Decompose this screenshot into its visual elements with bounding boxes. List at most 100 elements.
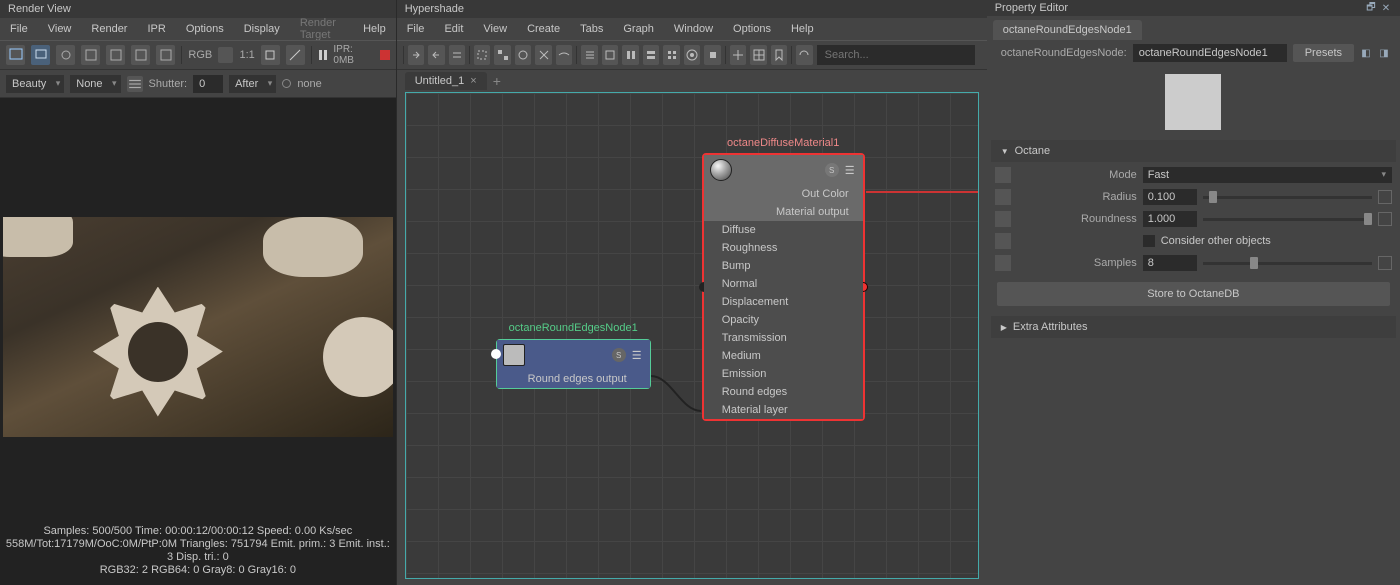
menu-display[interactable]: Display: [234, 21, 290, 37]
rearrange-icon[interactable]: [494, 45, 511, 65]
tab-untitled[interactable]: Untitled_1 ×: [405, 72, 487, 90]
hs-menu-edit[interactable]: Edit: [434, 21, 473, 37]
attr-consider-icon[interactable]: [995, 233, 1011, 249]
solo-badge-icon[interactable]: S: [612, 348, 626, 362]
solo-icon[interactable]: [684, 45, 701, 65]
node-tab-row: octaneRoundEdgesNode1: [987, 16, 1400, 40]
hs-menu-graph[interactable]: Graph: [613, 21, 664, 37]
bookmark-icon[interactable]: [771, 45, 788, 65]
list-badge-icon[interactable]: ☰: [630, 348, 644, 362]
wipe-icon[interactable]: [286, 45, 305, 65]
radius-input[interactable]: [1143, 189, 1197, 205]
view4-icon[interactable]: [643, 45, 660, 65]
zoom-icon[interactable]: [261, 45, 280, 65]
render-icon[interactable]: [6, 45, 25, 65]
view2-icon[interactable]: [602, 45, 619, 65]
hs-menu-view[interactable]: View: [473, 21, 517, 37]
stop-icon[interactable]: [380, 50, 390, 60]
snapshot-icon[interactable]: [31, 45, 50, 65]
samples-slider[interactable]: [1203, 262, 1372, 265]
hide-icon[interactable]: [556, 45, 573, 65]
attr-round-edges: Round edges: [704, 383, 863, 401]
mode-dropdown[interactable]: Fast: [1143, 167, 1392, 183]
presets-button[interactable]: Presets: [1293, 44, 1354, 62]
menu-view[interactable]: View: [38, 21, 82, 37]
solo-badge-icon[interactable]: S: [825, 163, 839, 177]
close-icon[interactable]: ✕: [1380, 2, 1392, 14]
node-name-tab[interactable]: octaneRoundEdgesNode1: [993, 20, 1142, 40]
node-diffuse-material[interactable]: octaneDiffuseMaterial1 S ☰ Out Color Mat…: [702, 153, 865, 421]
sync-icon[interactable]: [796, 45, 813, 65]
hs-menu-create[interactable]: Create: [517, 21, 570, 37]
section-octane[interactable]: Octane: [991, 140, 1396, 162]
graph-out-icon[interactable]: [428, 45, 445, 65]
stats-line-2: 558M/Tot:17179M/OoC:0M/PtP:0M Triangles:…: [4, 538, 392, 564]
collapse-arrow-icon: [1001, 145, 1009, 157]
snap-icon[interactable]: [730, 45, 747, 65]
remove-icon[interactable]: [535, 45, 552, 65]
pause-icon[interactable]: [318, 49, 328, 61]
consider-checkbox[interactable]: [1143, 235, 1155, 247]
render-output-image: [3, 217, 393, 437]
selected-icon[interactable]: [704, 45, 721, 65]
after-dropdown[interactable]: After: [229, 75, 276, 93]
list-badge-icon[interactable]: ☰: [843, 163, 857, 177]
hs-menu-file[interactable]: File: [397, 21, 435, 37]
samples-input[interactable]: [1143, 255, 1197, 271]
options-icon[interactable]: [127, 76, 143, 92]
tab-add-button[interactable]: +: [493, 73, 501, 89]
menu-file[interactable]: File: [0, 21, 38, 37]
node-graph[interactable]: octaneRoundEdgesNode1 S ☰ Round edges ou…: [405, 92, 979, 579]
radius-slider[interactable]: [1203, 196, 1372, 199]
menu-options[interactable]: Options: [176, 21, 234, 37]
node-round-edges[interactable]: octaneRoundEdgesNode1 S ☰ Round edges ou…: [496, 339, 651, 389]
pass-dropdown[interactable]: Beauty: [6, 75, 64, 93]
grid-icon[interactable]: [750, 45, 767, 65]
graph-in-icon[interactable]: [408, 45, 425, 65]
roundness-map-icon[interactable]: [1378, 212, 1392, 226]
clear-icon[interactable]: [474, 45, 491, 65]
attr-roundness-icon[interactable]: [995, 211, 1011, 227]
section-extra-attrs[interactable]: Extra Attributes: [991, 316, 1396, 338]
ipr-icon-2[interactable]: [106, 45, 125, 65]
attr-mode-icon[interactable]: [995, 167, 1011, 183]
channel-icon[interactable]: [218, 47, 233, 63]
ipr-icon-3[interactable]: [131, 45, 150, 65]
hs-menu-help[interactable]: Help: [781, 21, 824, 37]
samples-map-icon[interactable]: [1378, 256, 1392, 270]
restore-icon[interactable]: 🗗: [1365, 2, 1377, 14]
attr-samples-row: Samples: [987, 252, 1400, 274]
menu-render[interactable]: Render: [81, 21, 137, 37]
graph-io-icon[interactable]: [449, 45, 466, 65]
camera-icon[interactable]: [56, 45, 75, 65]
hs-menu-window[interactable]: Window: [664, 21, 723, 37]
menu-render-target[interactable]: Render Target: [290, 15, 353, 43]
attr-opacity: Opacity: [704, 311, 863, 329]
tab-close-icon[interactable]: ×: [470, 75, 476, 87]
attr-samples-icon[interactable]: [995, 255, 1011, 271]
layer-dropdown[interactable]: None: [70, 75, 120, 93]
hs-menu-options[interactable]: Options: [723, 21, 781, 37]
stats-line-1: Samples: 500/500 Time: 00:00:12/00:00:12…: [4, 525, 392, 538]
hs-menu-tabs[interactable]: Tabs: [570, 21, 613, 37]
show-btn-icon[interactable]: ◧: [1360, 47, 1372, 59]
shutter-input[interactable]: [193, 75, 223, 93]
view5-icon[interactable]: [663, 45, 680, 65]
search-input[interactable]: [817, 45, 975, 65]
node-name-input[interactable]: [1133, 44, 1287, 62]
radius-map-icon[interactable]: [1378, 190, 1392, 204]
ipr-icon-4[interactable]: [156, 45, 175, 65]
store-octanedb-button[interactable]: Store to OctaneDB: [997, 282, 1390, 306]
view1-icon[interactable]: [581, 45, 598, 65]
menu-ipr[interactable]: IPR: [137, 21, 175, 37]
attr-bump: Bump: [704, 257, 863, 275]
roundness-slider[interactable]: [1203, 218, 1372, 221]
roundness-input[interactable]: [1143, 211, 1197, 227]
view3-icon[interactable]: [622, 45, 639, 65]
menu-help[interactable]: Help: [353, 21, 396, 37]
add-icon[interactable]: [515, 45, 532, 65]
attr-radius-icon[interactable]: [995, 189, 1011, 205]
toggle-dot[interactable]: [282, 79, 291, 88]
ipr-icon-1[interactable]: [81, 45, 100, 65]
hide-btn-icon[interactable]: ◨: [1378, 47, 1390, 59]
